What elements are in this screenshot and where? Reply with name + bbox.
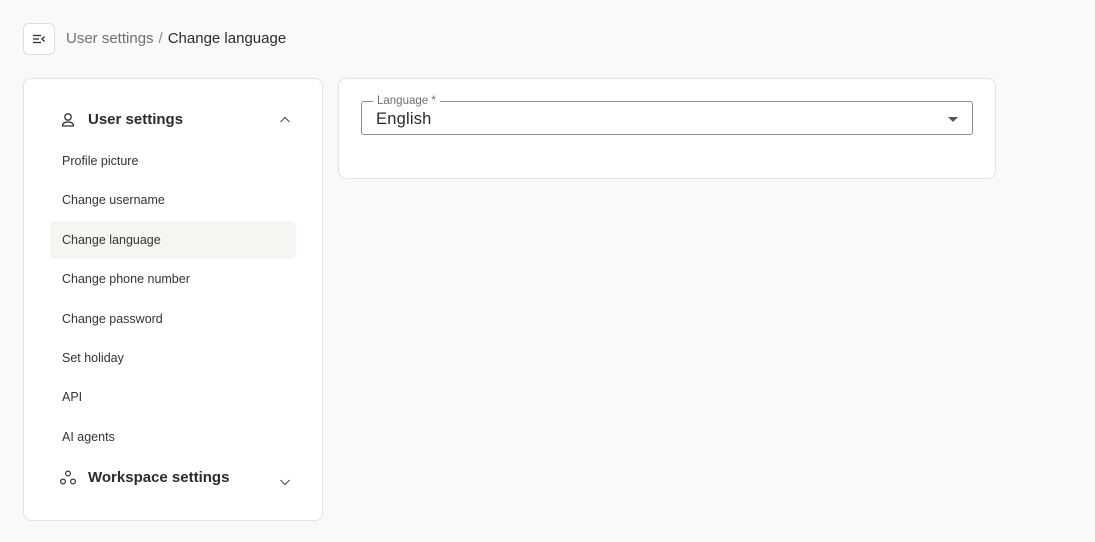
sidebar-collapse-icon xyxy=(33,34,45,44)
chevron-down-icon xyxy=(280,479,290,486)
breadcrumb: User settings / Change language xyxy=(66,29,286,49)
breadcrumb-parent-link[interactable]: User settings xyxy=(66,29,154,49)
sidebar-group-label: Workspace settings xyxy=(88,469,230,486)
chevron-up-icon xyxy=(280,116,290,123)
sidebar-item-api[interactable]: API xyxy=(50,378,296,416)
settings-sidebar: User settings Profile picture Change use… xyxy=(23,78,323,521)
sidebar-item-change-phone-number[interactable]: Change phone number xyxy=(50,260,296,298)
dropdown-arrow-icon xyxy=(948,117,958,122)
sidebar-group-user-settings[interactable]: User settings xyxy=(24,107,324,133)
sidebar-item-change-username[interactable]: Change username xyxy=(50,181,296,219)
sidebar-item-label: Profile picture xyxy=(62,154,139,168)
sidebar-item-label: Change language xyxy=(62,233,161,247)
language-select[interactable]: Language * English xyxy=(361,95,973,135)
sidebar-group-label: User settings xyxy=(88,111,184,128)
sidebar-item-change-password[interactable]: Change password xyxy=(50,300,296,338)
sidebar-item-label: Set holiday xyxy=(62,351,124,365)
workspace-icon xyxy=(59,470,77,485)
sidebar-group-workspace-settings[interactable]: Workspace settings xyxy=(24,465,324,491)
sidebar-item-ai-agents[interactable]: AI agents xyxy=(50,418,296,456)
sidebar-item-label: API xyxy=(62,390,83,404)
sidebar-toggle-button[interactable] xyxy=(23,23,55,55)
sidebar-item-change-language[interactable]: Change language xyxy=(50,221,296,259)
sidebar-item-label: Change username xyxy=(62,193,165,207)
sidebar-item-profile-picture[interactable]: Profile picture xyxy=(50,142,296,180)
sidebar-item-label: Change phone number xyxy=(62,272,190,286)
sidebar-item-set-holiday[interactable]: Set holiday xyxy=(50,339,296,377)
sidebar-item-label: AI agents xyxy=(62,430,115,444)
language-settings-card: Language * English xyxy=(338,78,996,179)
breadcrumb-current: Change language xyxy=(167,30,287,47)
sidebar-item-label: Change password xyxy=(62,312,163,326)
language-select-value: English xyxy=(376,110,432,128)
breadcrumb-separator: / xyxy=(158,30,163,47)
user-icon xyxy=(61,113,75,127)
language-select-label: Language * xyxy=(373,95,440,107)
